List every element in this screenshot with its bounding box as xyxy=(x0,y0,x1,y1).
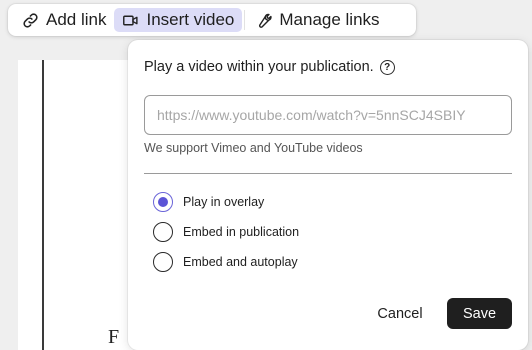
link-icon xyxy=(23,12,38,28)
document-margin-line xyxy=(42,60,44,350)
option-label: Embed in publication xyxy=(183,225,300,239)
option-embed-and-autoplay[interactable]: Embed and autoplay xyxy=(153,252,298,272)
manage-links-label: Manage links xyxy=(279,10,380,29)
option-play-in-overlay[interactable]: Play in overlay xyxy=(153,192,264,212)
manage-links-button[interactable]: Manage links xyxy=(247,8,387,32)
radio-embed-and-autoplay[interactable] xyxy=(153,252,173,272)
option-label: Play in overlay xyxy=(183,195,265,209)
supported-services-note: We support Vimeo and YouTube videos xyxy=(144,141,363,155)
popover-title: Play a video within your publication. xyxy=(144,59,374,75)
cancel-button[interactable]: Cancel xyxy=(367,299,433,329)
insert-video-popover: Play a video within your publication. ? … xyxy=(128,40,528,350)
video-camera-icon xyxy=(123,15,139,25)
option-label: Embed and autoplay xyxy=(183,255,298,269)
toolbar-separator xyxy=(244,10,246,30)
add-link-button[interactable]: Add link xyxy=(14,8,114,32)
insert-video-label: Insert video xyxy=(146,10,235,29)
wrench-icon xyxy=(259,13,273,28)
video-url-input[interactable] xyxy=(144,95,512,135)
radio-play-in-overlay[interactable] xyxy=(153,192,173,212)
link-toolbar: Add link Insert video Manage links xyxy=(8,4,416,36)
divider xyxy=(144,173,512,174)
document-text-fragment: F xyxy=(108,326,120,348)
save-button[interactable]: Save xyxy=(447,298,512,329)
radio-embed-in-publication[interactable] xyxy=(153,222,173,242)
option-embed-in-publication[interactable]: Embed in publication xyxy=(153,222,299,242)
add-link-label: Add link xyxy=(46,10,107,29)
popover-title-row: Play a video within your publication. ? xyxy=(144,59,395,75)
help-icon[interactable]: ? xyxy=(379,59,395,75)
insert-video-button[interactable]: Insert video xyxy=(114,8,243,32)
